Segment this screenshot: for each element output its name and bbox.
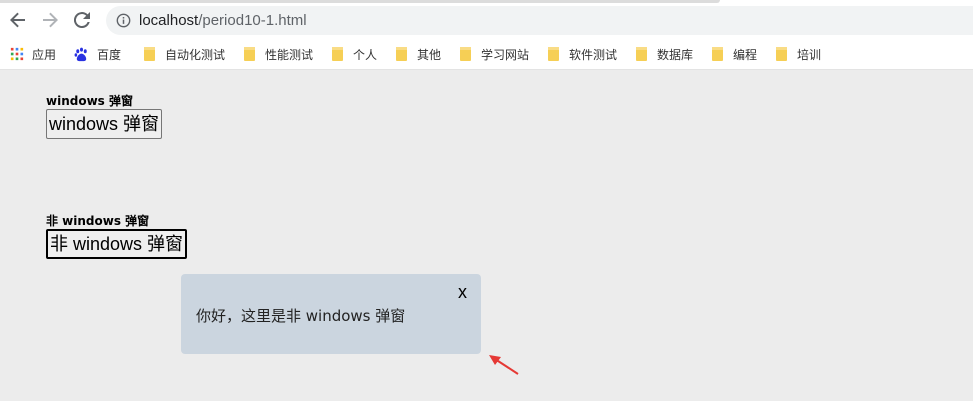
baidu-paw-icon [74,47,87,61]
bookmark-folder[interactable]: 编程 [712,45,757,63]
bookmark-folder[interactable]: 培训 [776,45,821,63]
popup-close-button[interactable]: x [458,282,467,303]
forward-button[interactable] [39,9,61,31]
bookmark-label: 个人 [353,47,378,62]
info-icon[interactable] [116,13,131,28]
bookmark-label: 数据库 [657,47,694,62]
bookmark-label: 学习网站 [481,47,530,62]
bookmark-baidu[interactable]: 百度 [74,45,121,63]
folder-icon [636,47,647,61]
url-host: localhost [139,12,199,29]
browser-toolbar: localhost/period10-1.html [0,0,973,38]
bookmark-folder[interactable]: 自动化测试 [144,45,225,63]
non-windows-popup: x 你好，这里是非 windows 弹窗 [181,274,481,354]
url-text[interactable]: localhost/period10-1.html [139,11,307,30]
bookmark-label: 自动化测试 [165,47,226,62]
folder-icon [460,47,471,61]
page-content: windows 弹窗 windows 弹窗 非 windows 弹窗 非 win… [0,71,973,401]
arrow-right-icon [43,12,58,28]
bookmark-folder[interactable]: 其他 [396,45,441,63]
back-button[interactable] [7,9,29,31]
folder-icon [776,47,787,61]
folder-icon [396,47,407,61]
address-bar[interactable]: localhost/period10-1.html [106,6,973,35]
bookmark-label: 其他 [417,47,442,62]
bookmark-label: 编程 [733,47,758,62]
url-path: /period10-1.html [198,12,307,29]
bookmark-apps[interactable]: 应用 [10,45,56,63]
windows-popup-button[interactable]: windows 弹窗 [46,109,163,139]
arrow-left-icon [10,12,25,28]
apps-grid-icon [10,47,24,61]
bookmark-folder[interactable]: 个人 [332,45,377,63]
bookmark-folder[interactable]: 软件测试 [548,45,617,63]
folder-icon [712,47,723,61]
non-windows-popup-button[interactable]: 非 windows 弹窗 [46,229,188,259]
bookmark-folder[interactable]: 性能测试 [244,45,313,63]
windows-popup-heading: windows 弹窗 [46,94,133,108]
bookmark-label: 培训 [797,47,822,62]
non-windows-popup-heading: 非 windows 弹窗 [46,214,150,228]
tab-strip-edge [0,0,720,3]
folder-icon [144,47,155,61]
reload-button[interactable] [71,9,93,31]
reload-icon [74,12,90,28]
annotation-arrow-icon [489,355,519,375]
bookmark-label: 应用 [32,47,57,62]
bookmark-folder[interactable]: 数据库 [636,45,693,63]
folder-icon [548,47,559,61]
bookmark-folder[interactable]: 学习网站 [460,45,529,63]
bookmark-label: 百度 [97,47,122,62]
bookmark-label: 软件测试 [569,47,618,62]
bookmarks-bar: 应用 百度 自动化测试 性能测试 个人 其他 学习网站 软件测试 数据库 编程 … [0,38,973,70]
folder-icon [244,47,255,61]
folder-icon [332,47,343,61]
bookmark-label: 性能测试 [265,47,314,62]
popup-message: 你好，这里是非 windows 弹窗 [196,307,406,325]
